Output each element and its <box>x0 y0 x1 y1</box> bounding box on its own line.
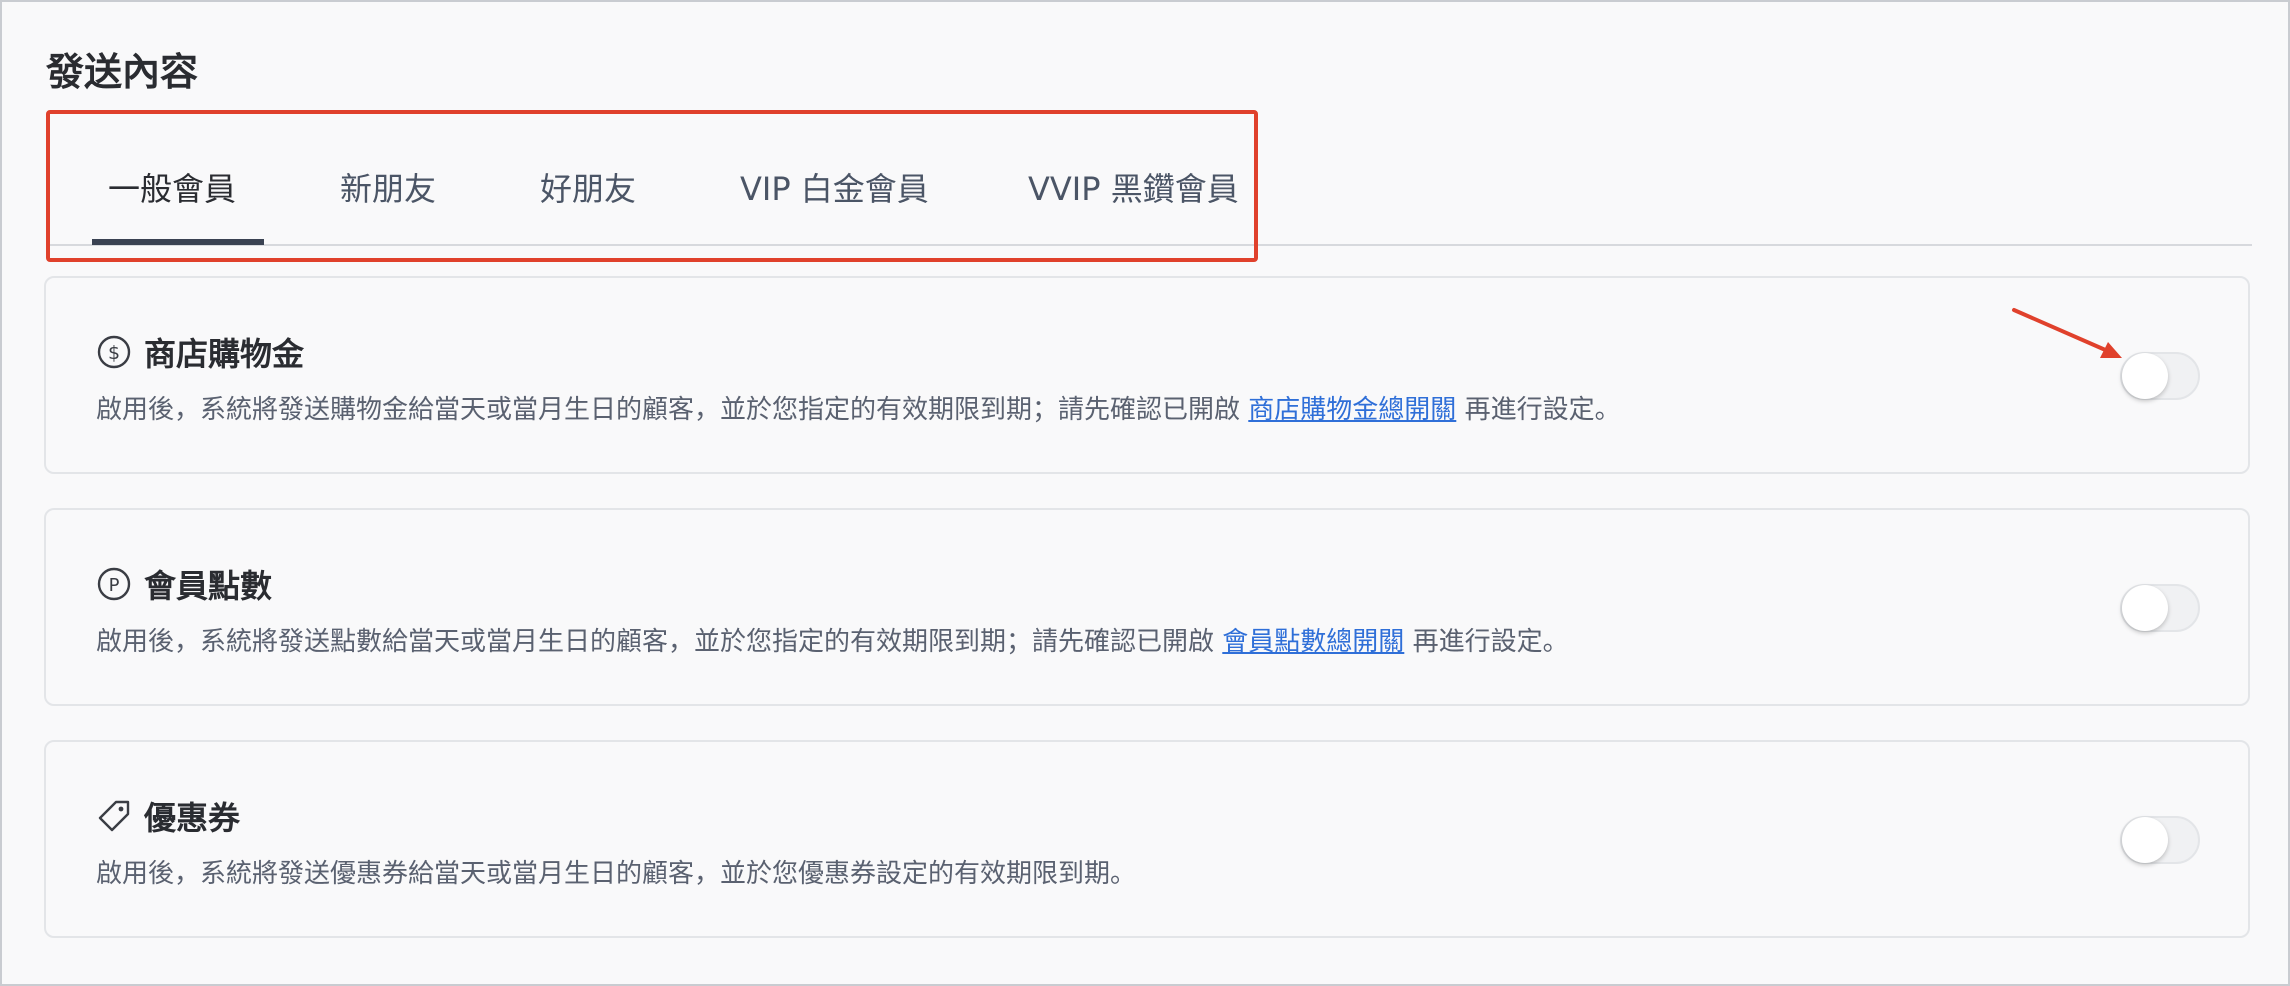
coupon-header: 優惠券 <box>96 794 240 838</box>
member-points-toggle[interactable] <box>2120 584 2200 632</box>
page-title: 發送內容 <box>46 50 199 94</box>
coupon-desc-text: 啟用後，系統將發送優惠券給當天或當月生日的顧客，並於您優惠券設定的有效期限到期。 <box>96 859 1137 889</box>
store-credit-description: 啟用後，系統將發送購物金給當天或當月生日的顧客，並於您指定的有效期限到期；請先確… <box>96 390 1621 430</box>
tab-vip-platinum[interactable]: VIP 白金會員 <box>740 164 929 244</box>
settings-panel: 發送內容 一般會員 新朋友 好朋友 VIP 白金會員 VVIP 黑鑽會員 $ 商… <box>0 0 2290 986</box>
store-credit-toggle[interactable] <box>2120 352 2200 400</box>
coupon-title: 優惠券 <box>144 799 241 837</box>
store-credit-master-switch-link[interactable]: 商店購物金總開關 <box>1248 395 1456 425</box>
store-credit-desc-text: 啟用後，系統將發送購物金給當天或當月生日的顧客，並於您指定的有效期限到期；請先確… <box>96 395 1241 425</box>
member-points-desc-text: 啟用後，系統將發送點數給當天或當月生日的顧客，並於您指定的有效期限到期；請先確認… <box>96 627 1215 657</box>
dollar-circle-icon: $ <box>96 334 132 370</box>
store-credit-desc-tail: 再進行設定。 <box>1464 395 1621 425</box>
store-credit-title: 商店購物金 <box>144 335 305 373</box>
member-points-desc-tail: 再進行設定。 <box>1412 627 1569 657</box>
svg-text:$: $ <box>108 342 120 364</box>
member-points-description: 啟用後，系統將發送點數給當天或當月生日的顧客，並於您指定的有效期限到期；請先確認… <box>96 622 1569 662</box>
toggle-knob <box>2122 353 2168 399</box>
tab-general-member[interactable]: 一般會員 <box>91 164 265 245</box>
tab-new-friend[interactable]: 新朋友 <box>340 164 436 244</box>
member-tier-tabs: 一般會員 新朋友 好朋友 VIP 白金會員 VVIP 黑鑽會員 <box>46 140 2252 246</box>
coupon-card: 優惠券 啟用後，系統將發送優惠券給當天或當月生日的顧客，並於您優惠券設定的有效期… <box>44 740 2250 938</box>
store-credit-header: $ 商店購物金 <box>96 330 304 374</box>
coupon-description: 啟用後，系統將發送優惠券給當天或當月生日的顧客，並於您優惠券設定的有效期限到期。 <box>96 854 1136 894</box>
member-points-header: P 會員點數 <box>96 562 272 606</box>
p-circle-icon: P <box>96 566 132 602</box>
toggle-knob <box>2122 585 2168 631</box>
toggle-knob <box>2122 817 2168 863</box>
store-credit-card: $ 商店購物金 啟用後，系統將發送購物金給當天或當月生日的顧客，並於您指定的有效… <box>44 276 2250 474</box>
tab-good-friend[interactable]: 好朋友 <box>540 164 636 244</box>
member-points-title: 會員點數 <box>144 567 273 605</box>
member-points-card: P 會員點數 啟用後，系統將發送點數給當天或當月生日的顧客，並於您指定的有效期限… <box>44 508 2250 706</box>
svg-text:P: P <box>109 575 120 596</box>
tab-vvip-black-diamond[interactable]: VVIP 黑鑽會員 <box>1028 164 1239 244</box>
member-points-master-switch-link[interactable]: 會員點數總開關 <box>1222 627 1404 657</box>
coupon-toggle[interactable] <box>2120 816 2200 864</box>
tag-icon <box>96 798 132 834</box>
